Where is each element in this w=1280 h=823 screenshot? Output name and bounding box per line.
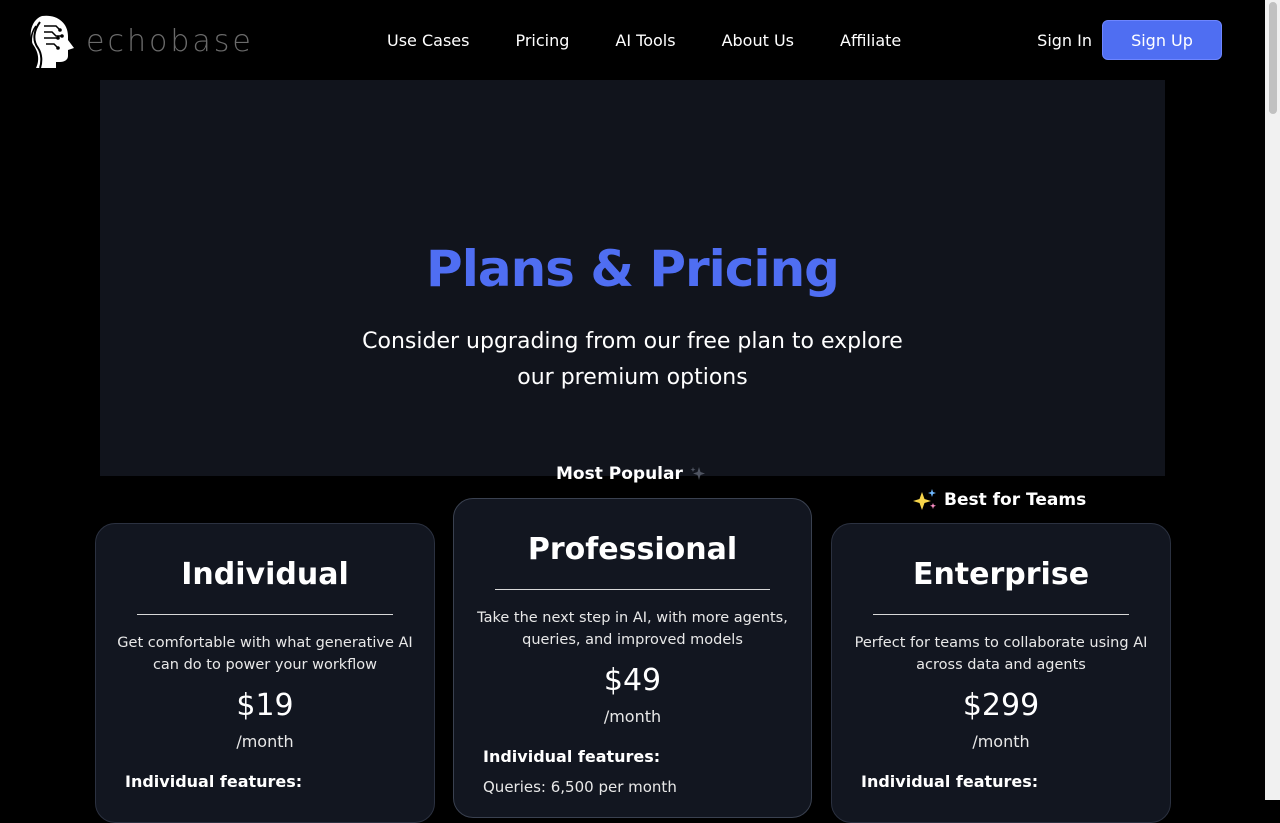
best-for-teams-label: Best for Teams <box>944 490 1087 510</box>
sparkles-icon <box>690 467 705 480</box>
plan-description: Take the next step in AI, with more agen… <box>477 610 788 648</box>
nav-use-cases[interactable]: Use Cases <box>387 31 469 50</box>
site-header: echobase Use Cases Pricing AI Tools Abou… <box>0 0 1265 80</box>
brand-logo[interactable]: echobase <box>22 12 254 68</box>
most-popular-badge: Most Popular <box>556 464 707 484</box>
plan-name: Enterprise <box>912 557 1090 592</box>
sign-up-button[interactable]: Sign Up <box>1102 20 1222 60</box>
brand-name: echobase <box>86 24 254 59</box>
scrollbar-thumb[interactable] <box>1269 2 1277 114</box>
plan-card-professional: Professional Take the next step in AI, w… <box>453 498 812 818</box>
plan-description: Perfect for teams to collaborate using A… <box>854 635 1148 673</box>
ai-head-logo-icon <box>30 15 75 68</box>
nav-affiliate[interactable]: Affiliate <box>840 31 901 50</box>
pricing-hero: Plans & Pricing Consider upgrading from … <box>100 80 1165 476</box>
plan-price: $19 <box>236 688 294 723</box>
auth-actions: Sign In Sign Up <box>1037 20 1222 60</box>
plan-name: Professional <box>527 532 738 567</box>
plan-divider <box>137 614 393 615</box>
page-scrollbar[interactable] <box>1265 0 1280 800</box>
page-subtitle: Consider upgrading from our free plan to… <box>362 329 903 390</box>
plan-feature-item: Queries: 6,500 per month <box>483 778 677 796</box>
nav-ai-tools[interactable]: AI Tools <box>615 31 675 50</box>
plan-description: Get comfortable with what generative AI … <box>117 635 413 673</box>
page-title: Plans & Pricing <box>426 240 840 298</box>
main-nav: Use Cases Pricing AI Tools About Us Affi… <box>364 0 924 80</box>
plan-features-title: Individual features: <box>125 772 303 791</box>
sign-in-link[interactable]: Sign In <box>1037 31 1092 50</box>
plan-divider <box>873 614 1129 615</box>
plan-period: /month <box>236 732 294 751</box>
plan-card-individual: Individual Get comfortable with what gen… <box>95 523 435 823</box>
plan-price: $49 <box>603 663 662 698</box>
nav-about-us[interactable]: About Us <box>722 31 794 50</box>
most-popular-label: Most Popular <box>556 464 683 484</box>
plan-name: Individual <box>181 557 349 592</box>
plan-period: /month <box>972 732 1030 751</box>
sparkles-icon <box>913 489 936 510</box>
plan-features-title: Individual features: <box>483 747 661 766</box>
plan-card-enterprise: Enterprise Perfect for teams to collabor… <box>831 523 1171 823</box>
best-for-teams-badge: Best for Teams <box>912 488 1086 512</box>
plan-divider <box>495 589 770 590</box>
plan-features-title: Individual features: <box>861 772 1039 791</box>
plan-price: $299 <box>962 688 1040 723</box>
plan-period: /month <box>603 707 662 726</box>
nav-pricing[interactable]: Pricing <box>515 31 569 50</box>
